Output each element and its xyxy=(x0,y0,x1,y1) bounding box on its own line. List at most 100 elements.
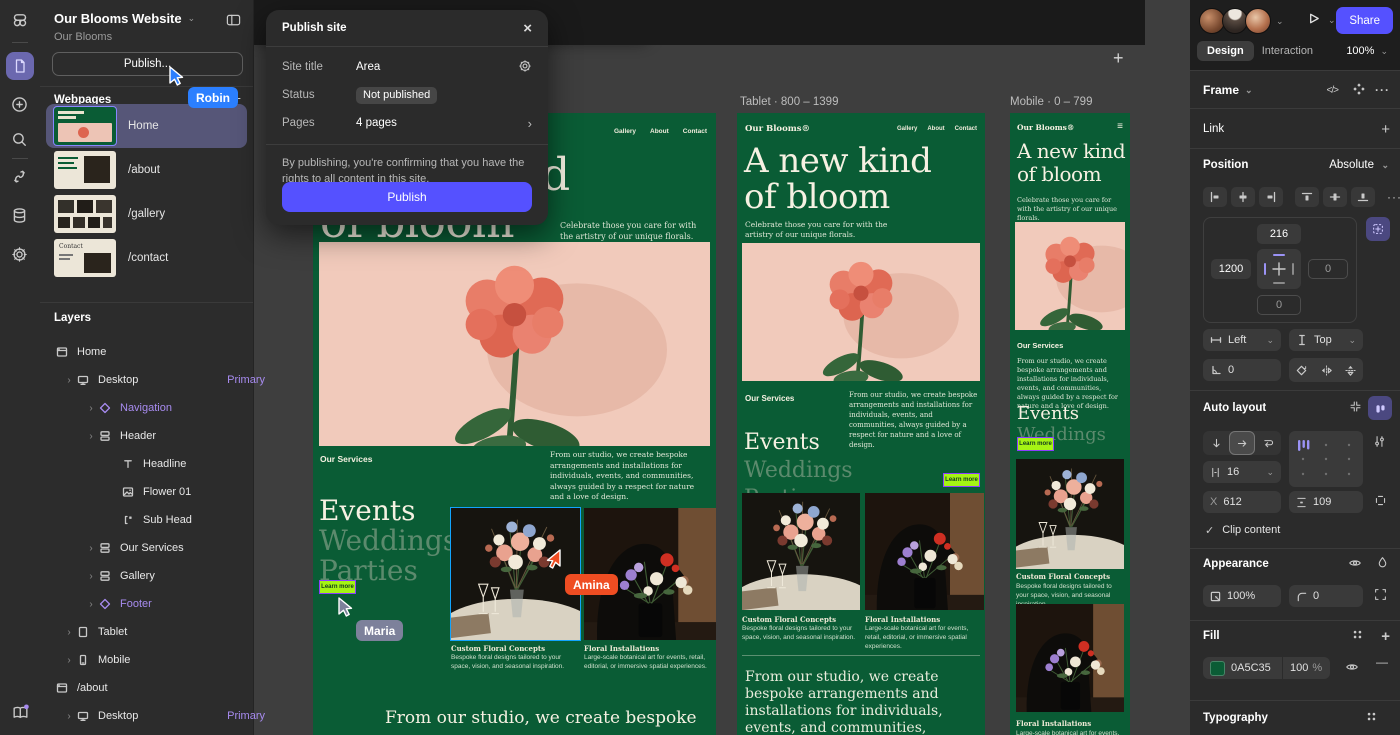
hero-flower-image[interactable] xyxy=(319,242,710,446)
v-constraint-select[interactable]: Top ⌄ xyxy=(1289,329,1363,351)
services-text[interactable]: From our studio, we create bespoke arran… xyxy=(849,390,979,450)
nav-link[interactable]: About xyxy=(927,126,944,132)
nav-link[interactable]: Contact xyxy=(955,126,977,132)
fill-opacity-field[interactable]: 100 % xyxy=(1283,657,1330,679)
card-desc[interactable]: Large-scale botanical art for events, re… xyxy=(584,653,709,671)
site-title-value[interactable]: Area xyxy=(356,61,380,73)
position-mode-chevron-icon[interactable]: ⌄ xyxy=(1381,161,1389,170)
mobile-artboard[interactable]: Our Blooms® ≡ A new kindof bloom Celebra… xyxy=(1010,113,1130,735)
frame-more-icon[interactable]: ··· xyxy=(1375,83,1390,97)
alignment-grid[interactable] xyxy=(1289,431,1363,487)
layer-row-gallery[interactable]: › Gallery xyxy=(40,562,299,590)
service-card-image-1[interactable] xyxy=(742,493,860,610)
hero-subtext[interactable]: Celebrate those you care for with the ar… xyxy=(560,220,710,242)
hero-headline[interactable]: A new kindof bloom xyxy=(744,143,931,215)
learn-more-button[interactable]: Learn more xyxy=(943,473,980,487)
position-right-field[interactable]: 0 xyxy=(1308,259,1348,279)
layer-row-headline[interactable]: Headline xyxy=(40,450,335,478)
webpage-row-home[interactable]: Home xyxy=(46,104,247,148)
collapse-sidebar-icon[interactable] xyxy=(226,13,241,31)
avatar[interactable] xyxy=(1245,8,1271,34)
expand-icon[interactable]: › xyxy=(86,571,96,582)
eye-icon[interactable] xyxy=(1348,556,1362,573)
card-desc[interactable]: Large-scale botanical art for events, re… xyxy=(865,624,979,651)
tablet-artboard-label[interactable]: Tablet · 800 – 1399 xyxy=(740,96,838,108)
opacity-field[interactable]: 100% xyxy=(1203,585,1281,607)
footer-paragraph[interactable]: From our studio, we create bespoke arran… xyxy=(745,669,977,735)
close-icon[interactable]: × xyxy=(523,20,532,37)
position-bottom-field[interactable]: 0 xyxy=(1257,295,1301,315)
card-title[interactable]: Custom Floral Concepts xyxy=(742,615,836,624)
align-more-icon[interactable]: ··· xyxy=(1387,190,1400,204)
site-logo[interactable]: Our Blooms® xyxy=(1017,123,1074,132)
align-v-center-button[interactable] xyxy=(1323,187,1347,207)
service-card-image-1[interactable] xyxy=(1016,459,1124,569)
file-title[interactable]: Our Blooms Website xyxy=(54,11,182,26)
card-title[interactable]: Floral Installations xyxy=(865,615,940,624)
cms-database-icon[interactable] xyxy=(11,207,28,229)
site-nav[interactable]: Gallery About Contact xyxy=(614,128,707,135)
card-title[interactable]: Floral Installations xyxy=(1016,719,1091,728)
service-card-image-1[interactable] xyxy=(451,508,580,640)
site-nav[interactable]: Gallery About Contact xyxy=(897,126,977,132)
position-top-field[interactable]: 216 xyxy=(1257,224,1301,244)
footer-large-text[interactable]: From our studio, we create bespoke xyxy=(385,708,697,728)
card-title[interactable]: Custom Floral Concepts xyxy=(451,644,545,653)
services-text[interactable]: From our studio, we create bespoke arran… xyxy=(550,450,705,503)
mobile-artboard-label[interactable]: Mobile · 0 – 799 xyxy=(1010,96,1092,108)
expand-icon[interactable]: › xyxy=(64,711,74,722)
collapse-icon[interactable] xyxy=(1349,400,1362,416)
nav-link[interactable]: About xyxy=(650,128,669,135)
fill-color-field[interactable]: 0A5C35 xyxy=(1203,657,1282,679)
rotate-90-button[interactable] xyxy=(1289,358,1314,382)
layer-row-header[interactable]: › Header xyxy=(40,422,299,450)
expand-icon[interactable]: › xyxy=(86,431,96,442)
zoom-level[interactable]: 100% xyxy=(1346,45,1374,57)
h-constraint-select[interactable]: Left ⌄ xyxy=(1203,329,1281,351)
layer-row-tablet[interactable]: › Tablet xyxy=(40,618,277,646)
card-desc[interactable]: Bespoke floral designs tailored to your … xyxy=(742,624,856,642)
add-link-icon[interactable]: + xyxy=(1381,121,1390,138)
chevron-down-icon[interactable]: ⌄ xyxy=(1266,468,1274,477)
learn-more-button[interactable]: Learn more xyxy=(319,580,356,594)
actions-icon[interactable] xyxy=(11,168,28,190)
webpage-row-contact[interactable]: Contact /contact xyxy=(46,236,247,280)
expand-icon[interactable]: › xyxy=(64,627,74,638)
layer-row-flower01[interactable]: Flower 01 xyxy=(40,478,335,506)
layer-row-subhead[interactable]: Sub Head xyxy=(40,506,335,534)
hero-headline[interactable]: A new kindof bloom xyxy=(1017,140,1125,186)
add-fill-icon[interactable]: + xyxy=(1381,628,1390,645)
align-bottom-button[interactable] xyxy=(1351,187,1375,207)
pages-row[interactable]: Pages 4 pages › xyxy=(266,109,548,137)
frame-label[interactable]: Frame xyxy=(1203,83,1239,97)
figma-logo-icon[interactable] xyxy=(11,12,29,35)
padding-horizontal-field[interactable]: X 612 xyxy=(1203,491,1281,513)
component-icon[interactable] xyxy=(1352,82,1366,99)
auto-layout-active-toggle[interactable] xyxy=(1368,396,1392,420)
remove-fill-icon[interactable]: — xyxy=(1376,655,1388,669)
align-top-button[interactable] xyxy=(1295,187,1319,207)
card-desc[interactable]: Bespoke floral designs tailored to your … xyxy=(451,653,576,671)
advanced-layout-icon[interactable] xyxy=(1373,435,1386,448)
constraint-pad[interactable] xyxy=(1257,249,1301,289)
individual-padding-icon[interactable] xyxy=(1374,494,1387,507)
share-button[interactable]: Share xyxy=(1336,7,1393,34)
expand-icon[interactable]: › xyxy=(86,403,96,414)
present-play-icon[interactable] xyxy=(1306,11,1321,29)
layer-row-about-page[interactable]: /about xyxy=(40,674,269,702)
card-desc[interactable]: Large-scale botanical art for events, re… xyxy=(1016,729,1122,735)
tab-interaction[interactable]: Interaction xyxy=(1254,41,1321,61)
hero-flower-image[interactable] xyxy=(1015,222,1125,330)
card-title[interactable]: Floral Installations xyxy=(584,644,659,653)
zoom-chevron-icon[interactable]: ⌄ xyxy=(1380,47,1388,56)
padding-vertical-field[interactable]: 109 xyxy=(1289,491,1363,513)
hero-subtext[interactable]: Celebrate those you care for with the ar… xyxy=(745,220,890,240)
flow-vertical-button[interactable] xyxy=(1203,431,1229,455)
search-icon[interactable] xyxy=(11,131,28,153)
position-mode-select[interactable]: Absolute xyxy=(1329,159,1374,171)
settings-gear-icon[interactable] xyxy=(11,246,28,268)
align-right-button[interactable] xyxy=(1259,187,1283,207)
flip-vertical-button[interactable] xyxy=(1338,358,1363,382)
chevron-right-icon[interactable]: › xyxy=(528,116,532,131)
dev-code-icon[interactable]: </> xyxy=(1327,85,1338,96)
